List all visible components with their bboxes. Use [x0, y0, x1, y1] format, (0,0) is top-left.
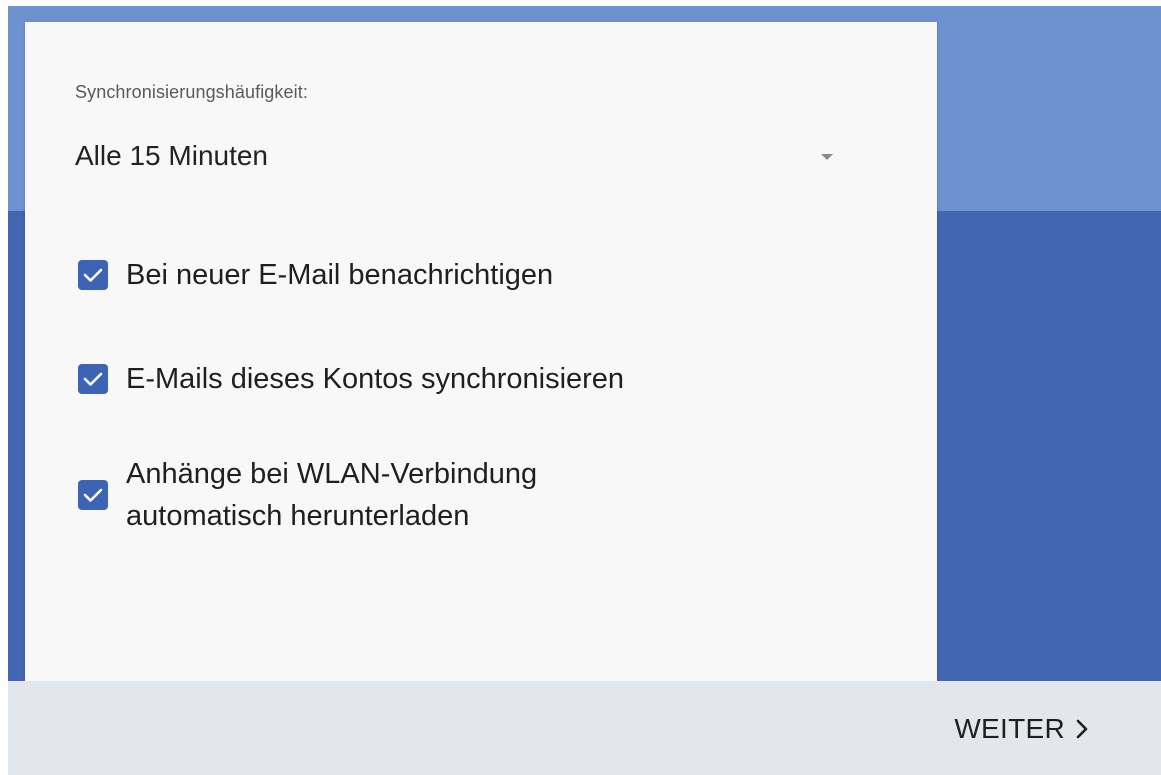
auto-download-attachments-label-line2: automatisch herunterladen: [126, 500, 470, 532]
sync-frequency-value: Alle 15 Minuten: [75, 140, 269, 171]
chevron-right-icon: [1076, 719, 1088, 739]
sync-account-emails-label: E-Mails dieses Kontos synchronisieren: [126, 363, 625, 395]
checkbox-checked-icon[interactable]: [78, 364, 108, 394]
sync-frequency-label: Synchronisierungshäufigkeit:: [75, 82, 308, 102]
next-button[interactable]: WEITER: [954, 709, 1089, 749]
dropdown-arrow-icon: [821, 154, 833, 160]
notify-new-email-option[interactable]: Bei neuer E-Mail benachrichtigen: [78, 254, 553, 296]
settings-card: [25, 22, 937, 681]
sync-frequency-dropdown[interactable]: Alle 15 Minuten: [75, 134, 835, 178]
notify-new-email-label: Bei neuer E-Mail benachrichtigen: [126, 259, 554, 291]
bottom-navigation-bar: WEITER: [8, 681, 1161, 775]
auto-download-attachments-label: Anhänge bei WLAN-Verbindung automatisch …: [126, 453, 537, 537]
auto-download-attachments-label-line1: Anhänge bei WLAN-Verbindung: [126, 458, 538, 490]
next-button-label: WEITER: [954, 713, 1065, 744]
account-sync-settings-screen: Synchronisierungshäufigkeit: Alle 15 Min…: [0, 0, 1161, 775]
checkbox-checked-icon[interactable]: [78, 480, 108, 510]
auto-download-attachments-option[interactable]: Anhänge bei WLAN-Verbindung automatisch …: [78, 453, 537, 537]
checkbox-checked-icon[interactable]: [78, 260, 108, 290]
sync-account-emails-option[interactable]: E-Mails dieses Kontos synchronisieren: [78, 358, 624, 400]
